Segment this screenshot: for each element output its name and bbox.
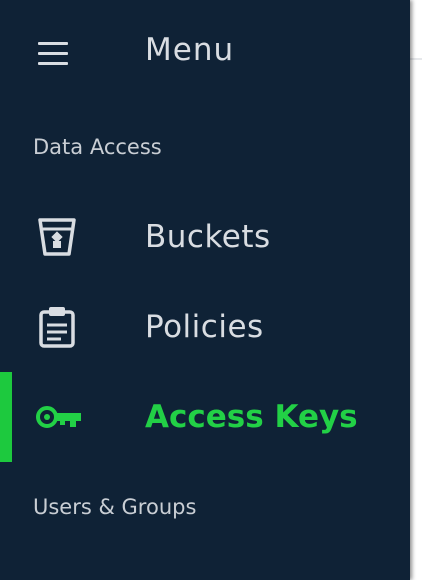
sidebar: Menu Data Access Buckets Policies Access…: [0, 0, 410, 580]
sidebar-item-label: Policies: [145, 309, 264, 345]
bucket-icon: [34, 214, 80, 260]
sidebar-item-label: Access Keys: [145, 399, 358, 435]
active-indicator: [0, 372, 12, 462]
hamburger-menu-icon[interactable]: [36, 42, 70, 66]
main-content-edge: [410, 0, 422, 580]
sidebar-header: Menu: [0, 0, 410, 106]
sidebar-item-access-keys[interactable]: Access Keys: [0, 372, 410, 462]
app-page: Menu Data Access Buckets Policies Access…: [0, 0, 422, 580]
sidebar-item-buckets[interactable]: Buckets: [0, 192, 410, 282]
clipboard-icon: [34, 304, 80, 350]
section-label-data-access: Data Access: [33, 135, 162, 159]
sidebar-item-label: Buckets: [145, 219, 271, 255]
sidebar-item-policies[interactable]: Policies: [0, 282, 410, 372]
section-label-users-groups: Users & Groups: [33, 495, 197, 519]
menu-title: Menu: [145, 32, 235, 68]
key-icon: [34, 394, 81, 440]
topbar-divider: [410, 58, 422, 60]
